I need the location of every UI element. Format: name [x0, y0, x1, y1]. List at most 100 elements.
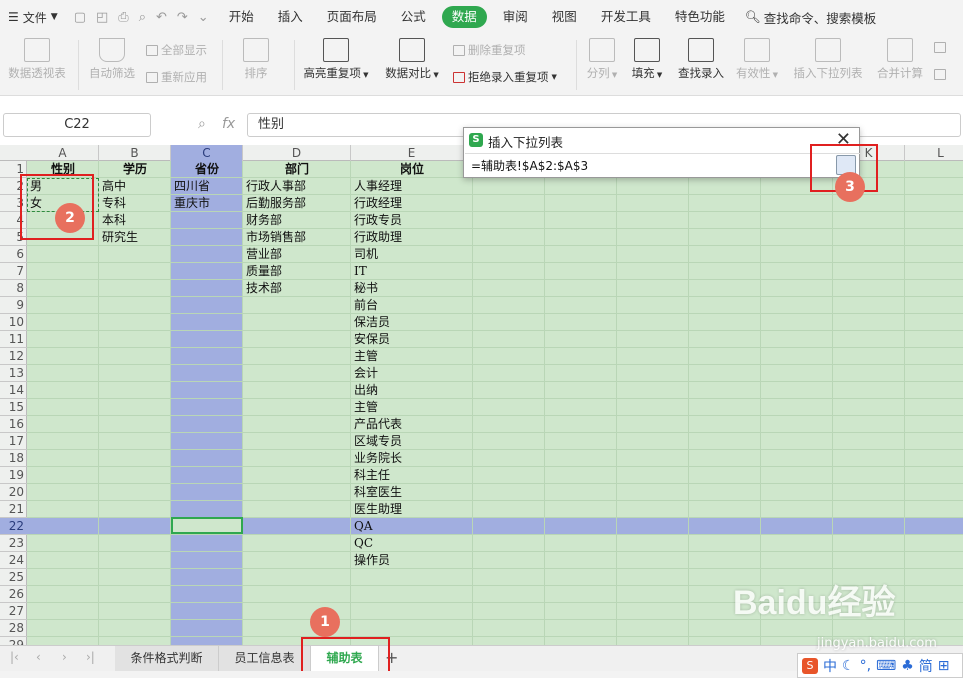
- save-icon[interactable]: ▢: [74, 10, 86, 25]
- tab-home[interactable]: 开始: [217, 0, 266, 34]
- table-cell[interactable]: QA: [351, 518, 473, 535]
- fill-button[interactable]: 填充 ▼: [628, 34, 666, 81]
- tab-insert[interactable]: 插入: [266, 0, 315, 34]
- print-icon[interactable]: ⎙: [118, 10, 128, 25]
- spreadsheet-grid[interactable]: ABCDEFGHIJKL 123456789101112131415161718…: [0, 145, 963, 645]
- ime-simplified-mode[interactable]: 简: [919, 656, 933, 676]
- header-cell[interactable]: 省份: [171, 161, 243, 178]
- table-cell[interactable]: 会计: [351, 365, 473, 382]
- table-cell[interactable]: 司机: [351, 246, 473, 263]
- row-header-10[interactable]: 10: [0, 314, 27, 331]
- table-cell[interactable]: 技术部: [243, 280, 351, 297]
- row-header-12[interactable]: 12: [0, 348, 27, 365]
- table-cell[interactable]: 专科: [99, 195, 171, 212]
- tab-page-layout[interactable]: 页面布局: [315, 0, 389, 34]
- row-header-28[interactable]: 28: [0, 620, 27, 637]
- row-header-14[interactable]: 14: [0, 382, 27, 399]
- sheet-tab-employee-info[interactable]: 员工信息表: [219, 646, 311, 671]
- table-cell[interactable]: 营业部: [243, 246, 351, 263]
- table-cell[interactable]: 本科: [99, 212, 171, 229]
- table-cell[interactable]: 研究生: [99, 229, 171, 246]
- row-header-26[interactable]: 26: [0, 586, 27, 603]
- table-cell[interactable]: 后勤服务部: [243, 195, 351, 212]
- tab-features[interactable]: 特色功能: [663, 0, 737, 34]
- table-cell[interactable]: 出纳: [351, 382, 473, 399]
- row-header-8[interactable]: 8: [0, 280, 27, 297]
- header-cell[interactable]: 岗位: [351, 161, 473, 178]
- row-header-25[interactable]: 25: [0, 569, 27, 586]
- column-header-e[interactable]: E: [351, 145, 473, 161]
- table-cell[interactable]: IT: [351, 263, 473, 280]
- export-icon[interactable]: ◰: [96, 10, 108, 25]
- table-cell[interactable]: 科室医生: [351, 484, 473, 501]
- table-cell[interactable]: 安保员: [351, 331, 473, 348]
- autofilter-button[interactable]: 自动筛选: [86, 34, 138, 81]
- row-header-23[interactable]: 23: [0, 535, 27, 552]
- column-header-b[interactable]: B: [99, 145, 171, 161]
- table-cell[interactable]: 四川省: [171, 178, 243, 195]
- row-header-21[interactable]: 21: [0, 501, 27, 518]
- moon-icon[interactable]: ☾: [842, 658, 855, 674]
- more-tools-icon[interactable]: [934, 42, 946, 53]
- header-cell[interactable]: 部门: [243, 161, 351, 178]
- table-cell[interactable]: 区域专员: [351, 433, 473, 450]
- table-cell[interactable]: 医生助理: [351, 501, 473, 518]
- row-header-22[interactable]: 22: [0, 518, 27, 535]
- table-cell[interactable]: 高中: [99, 178, 171, 195]
- table-cell[interactable]: 秘书: [351, 280, 473, 297]
- row-header-11[interactable]: 11: [0, 331, 27, 348]
- row-header-20[interactable]: 20: [0, 484, 27, 501]
- row-header-19[interactable]: 19: [0, 467, 27, 484]
- table-cell[interactable]: 前台: [351, 297, 473, 314]
- more-tools-icon-2[interactable]: [934, 69, 946, 80]
- table-cell[interactable]: 保洁员: [351, 314, 473, 331]
- tab-view[interactable]: 视图: [540, 0, 589, 34]
- row-header-16[interactable]: 16: [0, 416, 27, 433]
- row-header-17[interactable]: 17: [0, 433, 27, 450]
- column-header-l[interactable]: L: [905, 145, 963, 161]
- name-box[interactable]: C22: [3, 113, 151, 137]
- punctuation-icon[interactable]: °,: [860, 658, 871, 674]
- sheet-tab-conditional-format[interactable]: 条件格式判断: [115, 646, 219, 671]
- table-cell[interactable]: 行政助理: [351, 229, 473, 246]
- table-cell[interactable]: 业务院长: [351, 450, 473, 467]
- command-search[interactable]: 🔍︎ 查找命令、搜索模板: [737, 8, 884, 27]
- data-compare-button[interactable]: 数据对比 ▼: [382, 34, 442, 81]
- keyboard-icon[interactable]: ⌨: [876, 658, 896, 674]
- table-cell[interactable]: 主管: [351, 399, 473, 416]
- tab-data[interactable]: 数据: [441, 6, 487, 28]
- file-menu[interactable]: ☰ 文件 ▼: [0, 0, 66, 34]
- insert-dropdown-button[interactable]: 插入下拉列表: [790, 34, 866, 81]
- remove-duplicates-button[interactable]: 删除重复项: [453, 42, 526, 58]
- row-header-7[interactable]: 7: [0, 263, 27, 280]
- column-header-a[interactable]: A: [27, 145, 99, 161]
- preview-icon[interactable]: ⌕: [139, 10, 146, 25]
- last-sheet-icon[interactable]: ›|: [86, 650, 95, 664]
- table-cell[interactable]: 人事经理: [351, 178, 473, 195]
- lookup-entry-button[interactable]: 查找录入: [674, 34, 728, 81]
- range-input[interactable]: =辅助表!$A$2:$A$3: [465, 153, 860, 178]
- redo-icon[interactable]: ↷: [177, 10, 188, 25]
- table-cell[interactable]: 操作员: [351, 552, 473, 569]
- first-sheet-icon[interactable]: |‹: [10, 650, 19, 664]
- tab-review[interactable]: 审阅: [491, 0, 540, 34]
- more-icon[interactable]: ⌄: [198, 10, 209, 25]
- split-column-button[interactable]: 分列 ▼: [582, 34, 622, 81]
- table-cell[interactable]: 财务部: [243, 212, 351, 229]
- table-cell[interactable]: 产品代表: [351, 416, 473, 433]
- row-header-24[interactable]: 24: [0, 552, 27, 569]
- active-cell-c22[interactable]: [171, 517, 243, 534]
- table-cell[interactable]: 行政人事部: [243, 178, 351, 195]
- table-cell[interactable]: 质量部: [243, 263, 351, 280]
- zoom-icon[interactable]: ⌕: [198, 116, 206, 132]
- row-header-27[interactable]: 27: [0, 603, 27, 620]
- pivot-table-button[interactable]: 数据透视表: [4, 34, 70, 81]
- column-header-d[interactable]: D: [243, 145, 351, 161]
- skin-icon[interactable]: ♣: [901, 658, 914, 674]
- next-sheet-icon[interactable]: ›: [62, 650, 67, 664]
- table-cell[interactable]: 主管: [351, 348, 473, 365]
- row-header-18[interactable]: 18: [0, 450, 27, 467]
- show-all-button[interactable]: 全部显示: [146, 42, 207, 58]
- table-cell[interactable]: 重庆市: [171, 195, 243, 212]
- table-cell[interactable]: 行政经理: [351, 195, 473, 212]
